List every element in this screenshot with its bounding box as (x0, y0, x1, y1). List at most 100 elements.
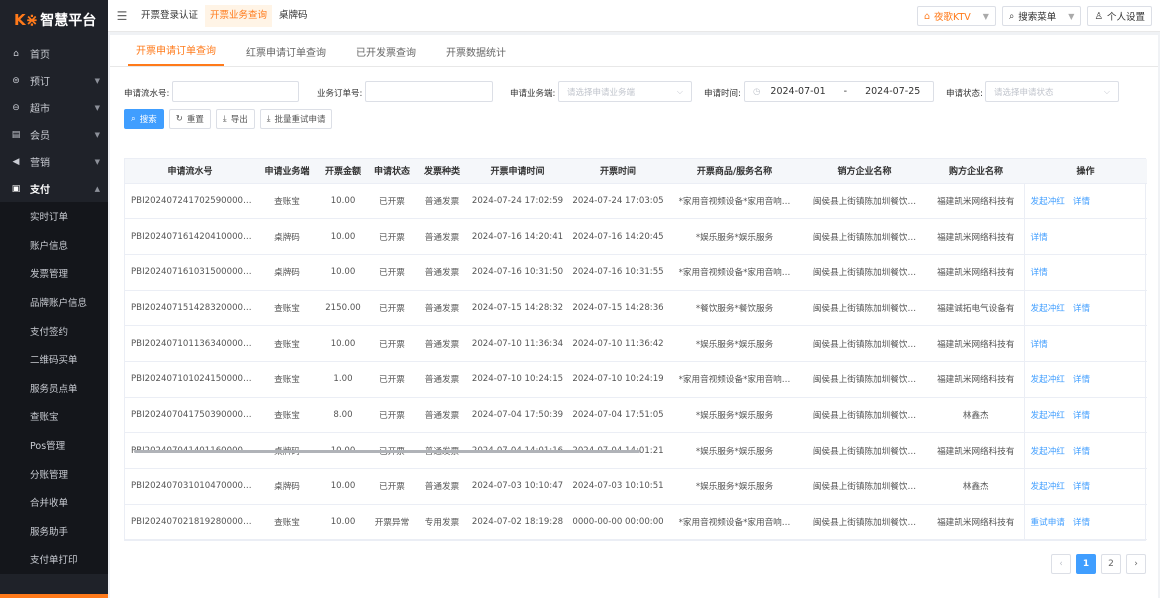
detail-link[interactable]: 详情 (1073, 482, 1090, 492)
cell-status: 已开票 (367, 325, 417, 362)
batch-retry-button[interactable]: ⤓ 批量重试申请 (259, 109, 333, 129)
red-reverse-link[interactable]: 发起冲红 (1031, 482, 1065, 492)
cell-buyer: 福建凯米网络科技有 (928, 218, 1024, 255)
sidebar-item-supermarket[interactable]: ⊖ 超市 ▼ (0, 94, 108, 121)
search-button-label: 搜索 (139, 115, 157, 125)
sidebar-subitem[interactable]: 发票管理 (0, 259, 108, 288)
sidebar-item-booking[interactable]: ⊜ 预订 ▼ (0, 67, 108, 94)
chevron-icon: ▼ (94, 130, 100, 139)
top-tab-invoice-query[interactable]: 开票业务查询 (205, 4, 273, 27)
order-input[interactable] (365, 81, 493, 102)
sidebar-subitem[interactable]: 分账管理 (0, 459, 108, 488)
cell-buyer: 福建凯米网络科技有 (928, 254, 1024, 291)
table-header-row: 申请流水号 申请业务端 开票金额 申请状态 发票种类 开票申请时间 开票时间 开… (125, 159, 1147, 184)
serial-label: 申请流水号: (124, 89, 170, 99)
sidebar-item-home[interactable]: ⌂ 首页 (0, 40, 108, 67)
menu-toggle-icon[interactable]: ☰ (108, 9, 136, 23)
red-reverse-link[interactable]: 发起冲红 (1031, 304, 1065, 314)
sidebar-subitem[interactable]: 支付签约 (0, 316, 108, 345)
chevron-icon: ▼ (94, 76, 100, 85)
red-reverse-link[interactable]: 发起冲红 (1031, 447, 1065, 457)
cell-issue-time: 2024-07-24 17:03:05 (568, 183, 668, 220)
sidebar-subitem[interactable]: 支付单打印 (0, 545, 108, 574)
search-button[interactable]: ⌕ 搜索 (124, 109, 164, 129)
prev-page-button[interactable]: ‹ (1051, 554, 1071, 574)
chevron-down-icon: ▼ (1068, 11, 1075, 21)
sidebar-item-label: 会员 (30, 131, 50, 142)
cell-apply-time: 2024-07-24 17:02:59 (467, 183, 568, 220)
cell-ops: 详情 (1023, 325, 1147, 362)
top-bar: ☰ 开票登录认证 开票业务查询 桌牌码 ⌂ 夜歌KTV ▼ ⌕ 搜索菜单 ▼ ♙… (108, 0, 1160, 32)
date-range-picker[interactable]: ◷ 2024-07-01 - 2024-07-25 (744, 81, 934, 102)
sidebar-item-payment[interactable]: ▣ 支付 ▲ (0, 175, 108, 202)
date-separator: - (843, 86, 848, 97)
chevron-icon: ▼ (94, 157, 100, 166)
cell-serial: PBI20240710113634000005 (125, 325, 255, 362)
sidebar-subitem[interactable]: 二维码买单 (0, 345, 108, 374)
sidebar-subitem[interactable]: 实时订单 (0, 202, 108, 231)
cell-goods: *家用音视频设备*家用音响… (668, 254, 801, 291)
logo[interactable]: K⋇ 智慧平台 (0, 0, 108, 40)
col-biz: 申请业务端 (255, 159, 319, 184)
cell-serial: PBI20240715142832000001 (125, 290, 255, 327)
red-reverse-link[interactable]: 发起冲红 (1031, 197, 1065, 207)
serial-input[interactable] (172, 81, 299, 102)
page-1-button[interactable]: 1 (1076, 554, 1096, 574)
reset-button[interactable]: ↻ 重置 (168, 109, 211, 129)
cell-seller: 闽侯县上街镇陈加圳餐饮… (801, 504, 928, 541)
top-tab-table-code[interactable]: 桌牌码 (274, 5, 313, 27)
horizontal-scrollbar[interactable] (134, 450, 640, 453)
red-reverse-link[interactable]: 发起冲红 (1031, 375, 1065, 385)
detail-link[interactable]: 详情 (1031, 233, 1048, 243)
sidebar-subitem[interactable]: 品牌账户信息 (0, 288, 108, 317)
tab-apply-orders[interactable]: 开票申请订单查询 (128, 42, 224, 66)
cell-status: 已开票 (367, 361, 417, 398)
cell-apply-time: 2024-07-10 10:24:15 (467, 361, 568, 398)
next-page-button[interactable]: › (1126, 554, 1146, 574)
sidebar-subitem[interactable]: 服务员点单 (0, 374, 108, 403)
cell-apply-time: 2024-07-16 14:20:41 (467, 218, 568, 255)
cell-amount: 2150.00 (319, 290, 367, 327)
sidebar-item-member[interactable]: ▤ 会员 ▼ (0, 121, 108, 148)
cell-issue-time: 0000-00-00 00:00:00 (568, 504, 668, 541)
store-name: 夜歌KTV (934, 12, 971, 23)
status-label: 申请状态: (946, 89, 983, 99)
detail-link[interactable]: 详情 (1073, 447, 1090, 457)
col-seller: 销方企业名称 (801, 159, 928, 184)
top-tab-invoice-login[interactable]: 开票登录认证 (136, 5, 203, 27)
cell-serial: PBI20240716142041000005 (125, 218, 255, 255)
detail-link[interactable]: 详情 (1073, 197, 1090, 207)
tab-statistics[interactable]: 开票数据统计 (438, 44, 514, 66)
sidebar-subitem[interactable]: 账户信息 (0, 231, 108, 260)
personal-settings-button[interactable]: ♙ 个人设置 (1087, 6, 1152, 26)
cell-biz: 查账宝 (255, 397, 319, 434)
sidebar-subitem[interactable]: 服务助手 (0, 517, 108, 546)
store-selector[interactable]: ⌂ 夜歌KTV ▼ (916, 6, 996, 26)
tab-red-orders[interactable]: 红票申请订单查询 (238, 44, 334, 66)
search-menu-button[interactable]: ⌕ 搜索菜单 ▼ (1001, 6, 1082, 26)
detail-link[interactable]: 详情 (1031, 268, 1048, 278)
cell-buyer: 福建凯米网络科技有 (928, 325, 1024, 362)
sidebar-subitem[interactable]: Pos管理 (0, 431, 108, 460)
tab-issued-invoices[interactable]: 已开发票查询 (348, 44, 424, 66)
sidebar-item-marketing[interactable]: ◀ 营销 ▼ (0, 148, 108, 175)
cell-biz: 查账宝 (255, 361, 319, 398)
detail-link[interactable]: 详情 (1073, 304, 1090, 314)
detail-link[interactable]: 详情 (1073, 375, 1090, 385)
sidebar-subitem[interactable]: 查账宝 (0, 402, 108, 431)
detail-link[interactable]: 详情 (1031, 340, 1048, 350)
page-2-button[interactable]: 2 (1101, 554, 1121, 574)
detail-link[interactable]: 详情 (1073, 518, 1090, 528)
export-button[interactable]: ⤓ 导出 (215, 109, 255, 129)
download-icon: ⤓ (222, 114, 227, 124)
sidebar-subitem[interactable]: 合并收单 (0, 488, 108, 517)
red-reverse-link[interactable]: 发起冲红 (1031, 411, 1065, 421)
retry-link[interactable]: 重试申请 (1031, 518, 1065, 528)
cell-ops: 发起冲红 详情 (1023, 432, 1147, 469)
biz-select[interactable]: 请选择申请业务端 ⌵ (558, 81, 692, 102)
filter-bar: 申请流水号: 业务订单号: 申请业务端: 请选择申请业务端 ⌵ 申请时间: ◷ … (124, 81, 1148, 103)
sidebar-item-label: 超市 (30, 104, 50, 115)
status-select[interactable]: 请选择申请状态 ⌵ (985, 81, 1119, 102)
cell-seller: 闽侯县上街镇陈加圳餐饮… (801, 361, 928, 398)
detail-link[interactable]: 详情 (1073, 411, 1090, 421)
